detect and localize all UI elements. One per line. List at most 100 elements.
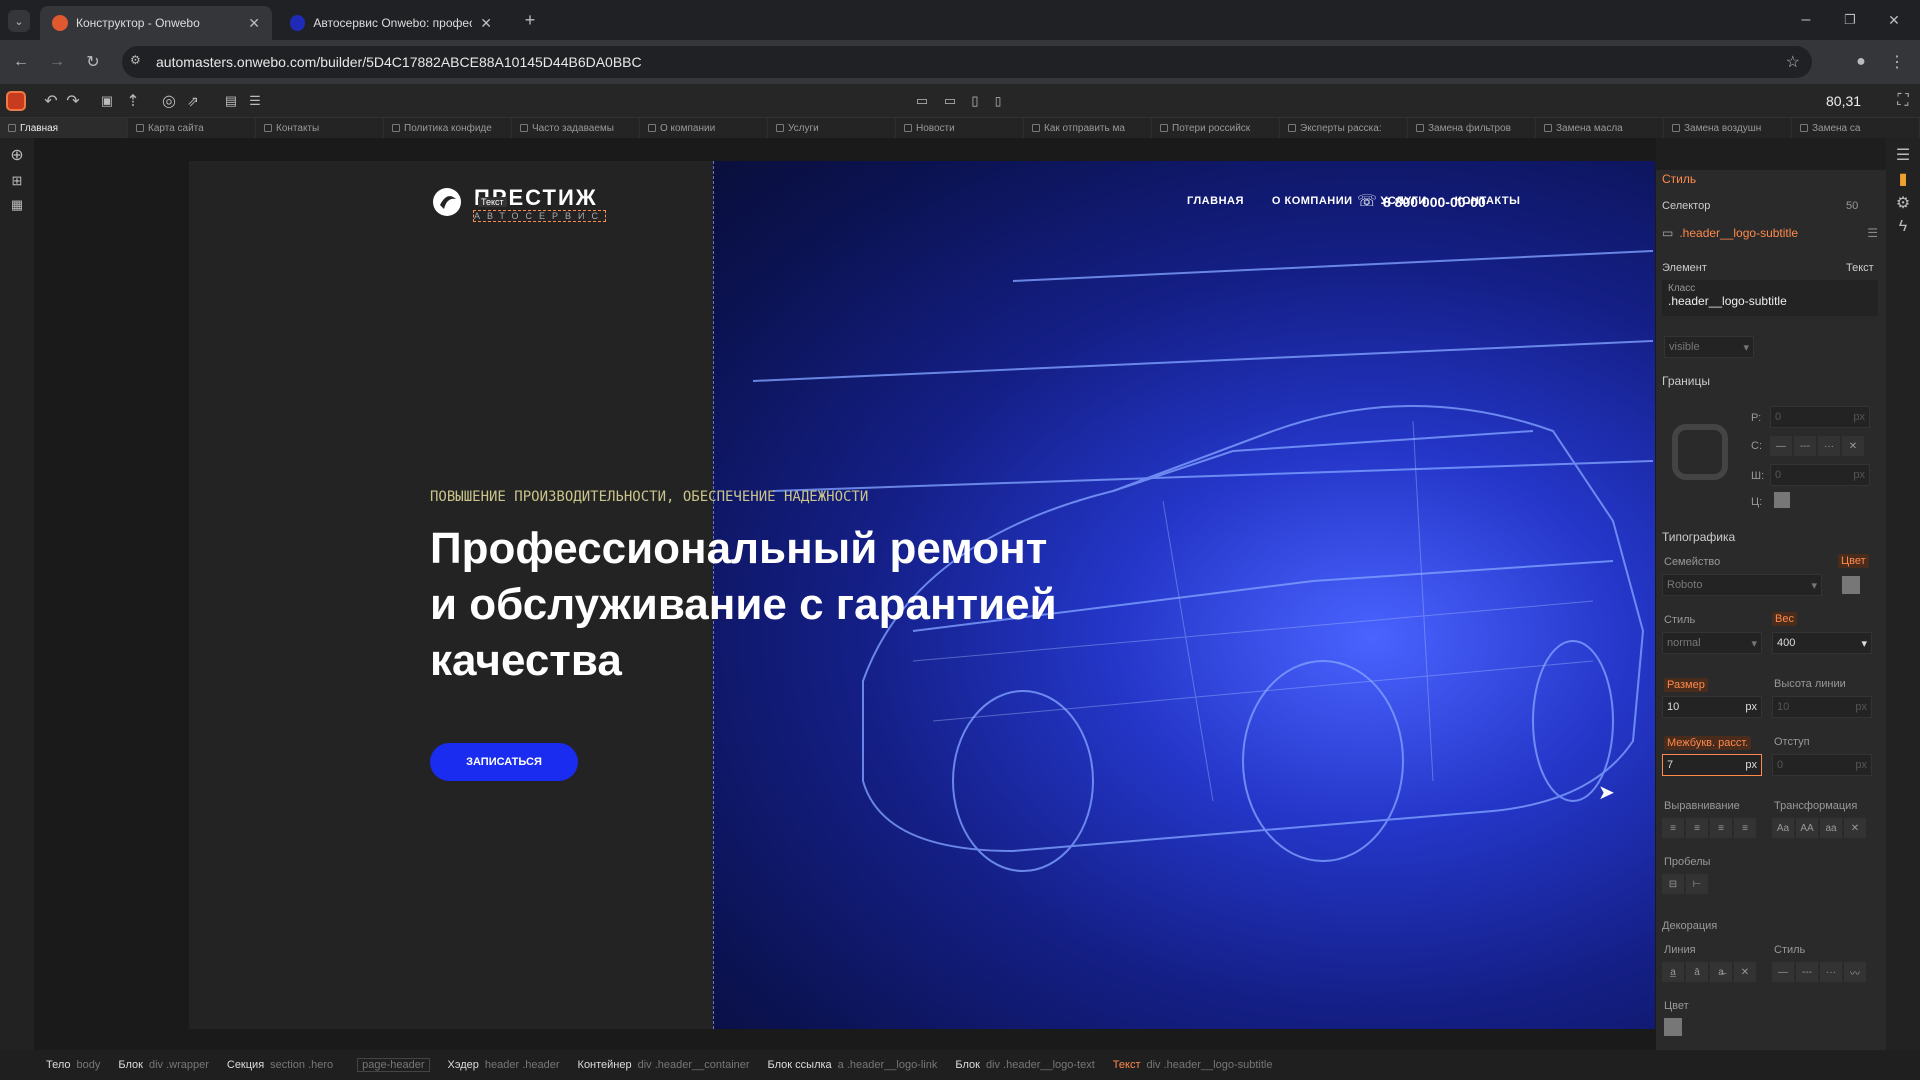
redo-icon[interactable]: ↷ — [64, 92, 82, 110]
interactions-bolt-icon[interactable]: ϟ — [1894, 218, 1912, 236]
decoration-solid-icon[interactable]: — — [1772, 962, 1794, 982]
breadcrumb-item[interactable]: Тело body — [46, 1059, 100, 1071]
strikethrough-icon[interactable]: a̶ — [1710, 962, 1732, 982]
logo-icon[interactable] — [430, 185, 464, 219]
close-tab-icon[interactable]: ✕ — [248, 15, 260, 32]
page-tab[interactable]: Замена са — [1792, 118, 1920, 138]
page-tab[interactable]: Контакты — [256, 118, 384, 138]
class-select[interactable]: Класс .header__logo-subtitle — [1662, 280, 1878, 316]
border-dashed-button[interactable]: --- — [1794, 436, 1816, 456]
nav-about[interactable]: О КОМПАНИИ — [1272, 195, 1353, 207]
page-tab[interactable]: Политика конфиде — [384, 118, 512, 138]
bookmark-star-icon[interactable]: ☆ — [1786, 52, 1800, 72]
border-none-button[interactable]: ✕ — [1842, 436, 1864, 456]
breadcrumb-item[interactable]: page-header — [351, 1058, 430, 1072]
new-tab-icon[interactable]: + — [520, 10, 540, 30]
align-left-icon[interactable]: ≡ — [1662, 818, 1684, 838]
open-external-icon[interactable]: ⇗ — [184, 92, 202, 110]
page-tab[interactable]: Эксперты расска: — [1280, 118, 1408, 138]
font-size-input[interactable]: 10 px — [1662, 696, 1762, 718]
underline-icon[interactable]: a̲ — [1662, 962, 1684, 982]
selector-field[interactable]: ▭ .header__logo-subtitle ☰ — [1662, 222, 1878, 244]
font-color-swatch[interactable] — [1842, 576, 1860, 594]
align-justify-icon[interactable]: ≡ — [1734, 818, 1756, 838]
mobile-view-icon[interactable]: ▯ — [990, 92, 1006, 110]
indent-input[interactable]: 0 px — [1772, 754, 1872, 776]
page-tab[interactable]: Замена воздушн — [1664, 118, 1792, 138]
decoration-dotted-icon[interactable]: ··· — [1820, 962, 1842, 982]
globe-icon[interactable]: ◎ — [160, 92, 178, 110]
back-icon[interactable]: ← — [10, 52, 32, 72]
decoration-color-swatch[interactable] — [1664, 1018, 1682, 1036]
close-window-icon[interactable]: ✕ — [1884, 10, 1904, 30]
uppercase-button[interactable]: AA — [1796, 818, 1818, 838]
breadcrumb-item[interactable]: Секция section .hero — [227, 1059, 333, 1071]
tab-constructor[interactable]: Конструктор - Onwebo ✕ — [40, 6, 272, 40]
breadcrumb-item[interactable]: Блок div .header__logo-text — [955, 1059, 1094, 1071]
close-tab-icon[interactable]: ✕ — [480, 15, 492, 32]
tablet-view-icon[interactable]: ▯ — [966, 92, 984, 110]
page-tab[interactable]: Как отправить ма — [1024, 118, 1152, 138]
letter-spacing-input[interactable]: 7 px — [1662, 754, 1762, 776]
desktop-view-icon[interactable]: ▭ — [912, 92, 932, 110]
tab-autoservice[interactable]: Автосервис Onwebo: професс ✕ — [278, 6, 504, 40]
reload-icon[interactable]: ↻ — [82, 52, 104, 72]
fullscreen-icon[interactable]: ⛶ — [1894, 92, 1912, 110]
breadcrumb-item[interactable]: Блок div .wrapper — [118, 1059, 209, 1071]
overflow-select[interactable]: visible ▾ — [1664, 336, 1754, 358]
align-right-icon[interactable]: ≡ — [1710, 818, 1732, 838]
nowrap-icon[interactable]: ⊟ — [1662, 874, 1684, 894]
font-weight-select[interactable]: 400 ▾ — [1772, 632, 1872, 654]
undo-icon[interactable]: ↶ — [42, 92, 60, 110]
cta-button[interactable]: ЗАПИСАТЬСЯ — [430, 743, 578, 781]
publish-icon[interactable]: ⇡ — [124, 92, 142, 110]
browser-menu-icon[interactable]: ⋮ — [1886, 52, 1908, 72]
overline-icon[interactable]: ā — [1686, 962, 1708, 982]
capitalize-button[interactable]: Aa — [1772, 818, 1794, 838]
page-tab[interactable]: Потери российск — [1152, 118, 1280, 138]
decoration-none-icon[interactable]: ✕ — [1734, 962, 1756, 982]
style-brush-icon[interactable]: ▮ — [1894, 170, 1912, 188]
page-tab[interactable]: Замена масла — [1536, 118, 1664, 138]
border-width-input[interactable]: 0 px — [1770, 464, 1870, 486]
forward-icon[interactable]: → — [46, 52, 68, 72]
page-tab[interactable]: Главная — [0, 118, 128, 138]
lowercase-button[interactable]: aa — [1820, 818, 1842, 838]
border-dotted-button[interactable]: ··· — [1818, 436, 1840, 456]
settings-gear-icon[interactable]: ⚙ — [1894, 194, 1912, 212]
layers-tree-icon[interactable]: ⊞ — [8, 172, 26, 190]
decoration-wavy-icon[interactable]: 〰 — [1844, 962, 1866, 982]
restore-icon[interactable]: ❐ — [1840, 10, 1860, 30]
font-style-select[interactable]: normal ▾ — [1662, 632, 1762, 654]
page-icon[interactable]: ▤ — [222, 92, 240, 110]
breadcrumb-item[interactable]: Текст div .header__logo-subtitle — [1113, 1059, 1273, 1071]
menu-icon[interactable]: ☰ — [1894, 146, 1912, 164]
border-radius-input[interactable]: 0 px — [1770, 406, 1870, 428]
transform-none-icon[interactable]: ✕ — [1844, 818, 1866, 838]
minimize-icon[interactable]: – — [1796, 10, 1816, 30]
border-box-icon[interactable] — [1672, 424, 1728, 480]
nav-home[interactable]: ГЛАВНАЯ — [1187, 195, 1244, 207]
onwebo-logo-icon[interactable] — [6, 91, 26, 111]
list-icon[interactable]: ☰ — [1867, 226, 1878, 240]
align-center-icon[interactable]: ≡ — [1686, 818, 1708, 838]
tab-search-icon[interactable]: ⌄ — [8, 10, 30, 32]
add-element-icon[interactable]: ⊕ — [8, 146, 26, 164]
zoom-level[interactable]: 80,31 — [1826, 93, 1861, 109]
pre-icon[interactable]: ⊢ — [1686, 874, 1708, 894]
breadcrumb-item[interactable]: Блок ссылка a .header__logo-link — [768, 1059, 938, 1071]
page-tab[interactable]: Замена фильтров — [1408, 118, 1536, 138]
page-tab[interactable]: Новости — [896, 118, 1024, 138]
site-info-icon[interactable]: ⚙ — [130, 53, 141, 67]
page-tab[interactable]: Часто задаваемы — [512, 118, 640, 138]
page-tab[interactable]: Карта сайта — [128, 118, 256, 138]
laptop-view-icon[interactable]: ▭ — [940, 92, 960, 110]
url-field[interactable]: ⚙ automasters.onwebo.com/builder/5D4C178… — [122, 46, 1812, 78]
phone-number[interactable]: 8 800 000-00-00 — [1383, 194, 1486, 210]
page-tab[interactable]: О компании — [640, 118, 768, 138]
border-solid-button[interactable]: — — [1770, 436, 1792, 456]
database-icon[interactable]: ☰ — [246, 92, 264, 110]
font-family-select[interactable]: Roboto ▾ — [1662, 574, 1822, 596]
profile-icon[interactable]: ● — [1850, 52, 1872, 72]
page-tab[interactable]: Услуги — [768, 118, 896, 138]
